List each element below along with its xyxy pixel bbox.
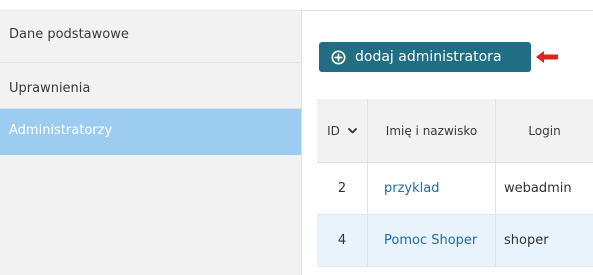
row-name-text[interactable]: przyklad bbox=[384, 181, 439, 196]
sidebar-item-uprawnienia[interactable]: Uprawnienia bbox=[0, 63, 301, 109]
row-name-link[interactable]: przyklad bbox=[367, 163, 495, 214]
arrow-left-icon bbox=[536, 51, 558, 63]
admin-settings-view: Dane podstawowe Uprawnienia Administrato… bbox=[0, 0, 593, 275]
row-id: 4 bbox=[337, 233, 347, 248]
main-content: dodaj administratora ID Imię i nazwisko … bbox=[303, 11, 593, 275]
column-header-id-label: ID bbox=[327, 123, 340, 138]
column-header-id[interactable]: ID bbox=[317, 99, 367, 162]
row-login: shoper bbox=[495, 215, 593, 266]
add-administrator-button[interactable]: dodaj administratora bbox=[319, 42, 531, 72]
column-header-login[interactable]: Login bbox=[495, 99, 593, 162]
chevron-down-icon[interactable] bbox=[347, 127, 357, 134]
table-row: 2 przyklad webadmin bbox=[317, 163, 593, 215]
column-header-name[interactable]: Imię i nazwisko bbox=[367, 99, 495, 162]
row-login: webadmin bbox=[495, 163, 593, 214]
row-name-text[interactable]: Pomoc Shoper bbox=[384, 233, 477, 248]
sidebar-item-administratorzy[interactable]: Administratorzy bbox=[0, 109, 301, 155]
settings-sidebar: Dane podstawowe Uprawnienia Administrato… bbox=[0, 11, 302, 275]
plus-circle-icon bbox=[331, 49, 346, 65]
row-name-link[interactable]: Pomoc Shoper bbox=[367, 215, 495, 266]
row-id: 2 bbox=[337, 181, 347, 196]
table-row: 4 Pomoc Shoper shoper bbox=[317, 215, 593, 267]
table-header: ID Imię i nazwisko Login bbox=[317, 99, 593, 163]
sidebar-item-dane-podstawowe[interactable]: Dane podstawowe bbox=[0, 11, 301, 63]
add-administrator-label: dodaj administratora bbox=[355, 49, 502, 65]
